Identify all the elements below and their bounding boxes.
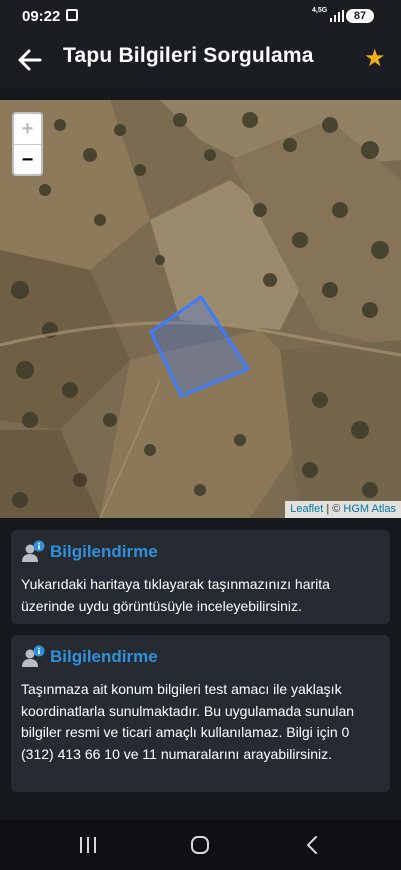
zoom-in-button[interactable]: + [14,114,41,145]
battery-icon: 87 [346,9,374,23]
home-icon[interactable] [190,835,210,855]
favorite-star-icon[interactable]: ★ [364,47,386,71]
recent-apps-icon[interactable] [79,836,97,854]
status-bar: 09:22 4,5G 87 [0,0,401,32]
card-heading: Bilgilendirme [50,542,158,561]
card-body: Taşınmaza ait konum bilgileri test amacı… [21,681,355,762]
app-bar: Tapu Bilgileri Sorgulama ★ [0,32,401,88]
screenshot-icon [66,9,78,21]
user-info-icon [22,645,45,667]
back-arrow-icon[interactable] [16,46,44,74]
zoom-control: + − [12,112,43,176]
hgm-atlas-link[interactable]: HGM Atlas [343,503,396,515]
back-nav-icon[interactable] [305,835,319,855]
system-nav-bar [0,820,401,870]
card-heading: Bilgilendirme [50,647,158,666]
attribution-separator: | © [323,503,344,515]
page-title: Tapu Bilgileri Sorgulama [63,44,314,67]
signal-icon [330,10,344,22]
card-body: Yukarıdaki haritaya tıklayarak taşınmazı… [21,576,330,614]
status-time: 09:22 [22,8,61,25]
info-card-2: Bilgilendirme Taşınmaza ait konum bilgil… [11,635,390,792]
leaflet-link[interactable]: Leaflet [290,503,323,515]
network-type: 4,5G [312,7,328,14]
satellite-map[interactable] [0,100,401,518]
map-imagery [0,100,401,518]
user-info-icon [22,540,45,562]
zoom-out-button[interactable]: − [14,145,41,175]
map-attribution: Leaflet | © HGM Atlas [285,501,401,518]
info-card-1: Bilgilendirme Yukarıdaki haritaya tıklay… [11,530,390,624]
